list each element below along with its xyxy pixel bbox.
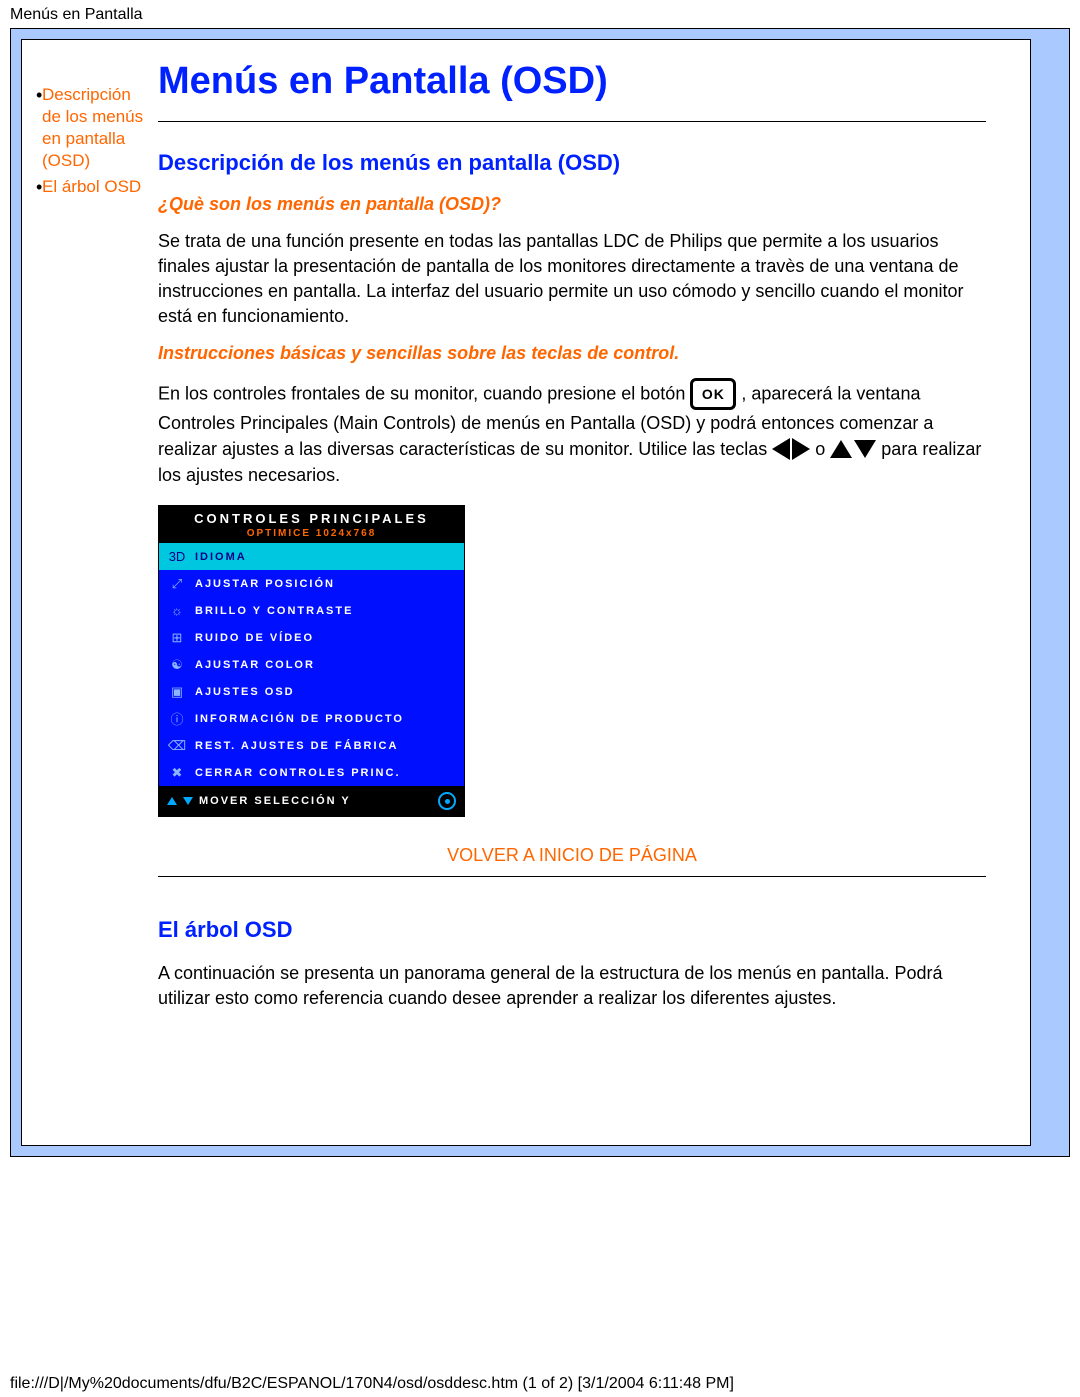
section-arbol-title: El árbol OSD	[158, 917, 986, 943]
outer-frame: • Descripción de los menús en pantalla (…	[10, 28, 1070, 1157]
section-descripcion-title: Descripción de los menús en pantalla (OS…	[158, 150, 986, 176]
osd-header: CONTROLES PRINCIPALES	[159, 506, 464, 528]
question-que-son: ¿Què son los menús en pantalla (OSD)?	[158, 194, 986, 215]
osd-confirm-icon	[438, 792, 456, 810]
osd-menu-item: ⌫REST. AJUSTES DE FÁBRICA	[159, 732, 464, 759]
left-nav: • Descripción de los menús en pantalla (…	[36, 54, 148, 202]
osd-menu-item: ⓘINFORMACIÓN DE PRODUCTO	[159, 705, 464, 732]
paragraph-controls: En los controles frontales de su monitor…	[158, 378, 986, 487]
footer-file-path: file:///D|/My%20documents/dfu/B2C/ESPANO…	[10, 1375, 734, 1393]
osd-item-label: AJUSTES OSD	[187, 686, 295, 698]
ok-button-icon: OK	[690, 378, 736, 410]
paragraph-intro: Se trata de una función presente en toda…	[158, 229, 986, 329]
osd-menu-item: 3DIDIOMA	[159, 543, 464, 570]
osd-item-icon: ⊞	[167, 630, 187, 646]
osd-menu-item: ☼BRILLO Y CONTRASTE	[159, 597, 464, 624]
content-area: Menús en Pantalla (OSD) Descripción de l…	[148, 54, 1016, 1025]
page-title: Menús en Pantalla (OSD)	[158, 60, 986, 103]
paragraph-arbol: A continuación se presenta un panorama g…	[158, 961, 986, 1011]
divider	[158, 121, 986, 122]
text-part-c: o	[815, 439, 830, 459]
osd-menu-item: ▣AJUSTES OSD	[159, 678, 464, 705]
back-to-top-link[interactable]: VOLVER A INICIO DE PÁGINA	[447, 845, 697, 865]
osd-footer: MOVER SELECCIÓN Y	[159, 786, 464, 816]
osd-item-label: AJUSTAR COLOR	[187, 659, 315, 671]
osd-subheader: OPTIMICE 1024x768	[159, 528, 464, 543]
osd-item-label: BRILLO Y CONTRASTE	[187, 605, 353, 617]
osd-item-label: AJUSTAR POSICIÓN	[187, 578, 335, 590]
nav-link-arbol[interactable]: El árbol OSD	[42, 176, 141, 198]
left-right-arrows-icon	[772, 438, 810, 460]
osd-item-icon: ⓘ	[167, 709, 187, 728]
osd-menu-item: ⊞RUIDO DE VÍDEO	[159, 624, 464, 651]
osd-item-icon: ✖	[167, 765, 187, 781]
osd-item-icon: ☯	[167, 657, 187, 673]
osd-item-label: REST. AJUSTES DE FÁBRICA	[187, 740, 398, 752]
nav-link-descripcion[interactable]: Descripción de los menús en pantalla (OS…	[42, 84, 148, 172]
osd-body: 3DIDIOMA⤢AJUSTAR POSICIÓN☼BRILLO Y CONTR…	[159, 543, 464, 786]
osd-item-icon: ☼	[167, 603, 187, 618]
divider	[158, 876, 986, 877]
back-to-top-container: VOLVER A INICIO DE PÁGINA	[158, 845, 986, 866]
osd-item-label: IDIOMA	[187, 551, 247, 563]
osd-item-label: CERRAR CONTROLES PRINC.	[187, 767, 401, 779]
question-instrucciones: Instrucciones básicas y sencillas sobre …	[158, 343, 986, 364]
osd-item-icon: ⌫	[167, 738, 187, 754]
osd-item-icon: ⤢	[167, 576, 187, 592]
text-part-a: En los controles frontales de su monitor…	[158, 384, 690, 404]
osd-menu-item: ⤢AJUSTAR POSICIÓN	[159, 570, 464, 597]
osd-menu-item: ✖CERRAR CONTROLES PRINC.	[159, 759, 464, 786]
osd-menu-screenshot: CONTROLES PRINCIPALES OPTIMICE 1024x768 …	[158, 505, 465, 817]
inner-frame: • Descripción de los menús en pantalla (…	[21, 39, 1031, 1146]
osd-item-icon: ▣	[167, 684, 187, 700]
up-down-arrows-icon	[830, 440, 876, 458]
nav-item-arbol[interactable]: • El árbol OSD	[36, 176, 148, 198]
page-header: Menús en Pantalla	[0, 0, 1080, 28]
osd-item-label: RUIDO DE VÍDEO	[187, 632, 314, 644]
osd-down-arrow-icon	[183, 797, 193, 805]
nav-item-descripcion[interactable]: • Descripción de los menús en pantalla (…	[36, 84, 148, 172]
osd-footer-label: MOVER SELECCIÓN Y	[199, 795, 351, 807]
osd-up-arrow-icon	[167, 797, 177, 805]
osd-menu-item: ☯AJUSTAR COLOR	[159, 651, 464, 678]
osd-item-icon: 3D	[167, 549, 187, 564]
osd-item-label: INFORMACIÓN DE PRODUCTO	[187, 713, 404, 725]
